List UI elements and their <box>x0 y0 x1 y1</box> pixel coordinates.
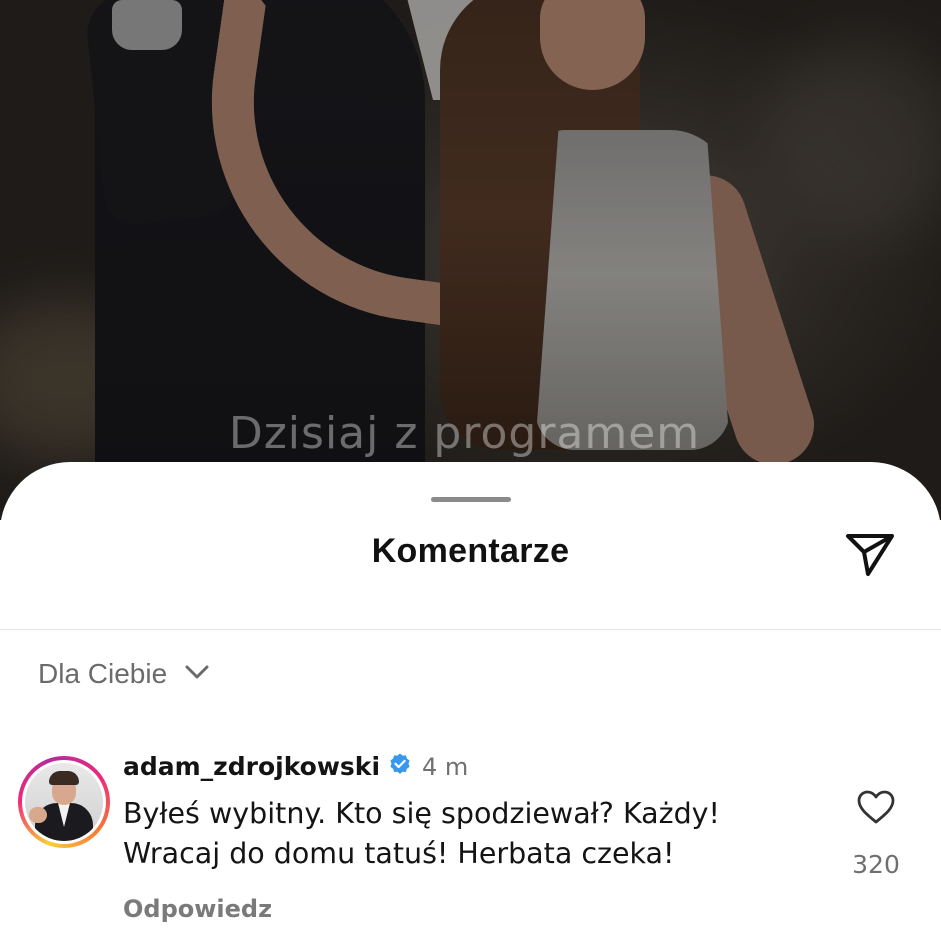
verified-badge-icon <box>388 752 412 781</box>
share-button[interactable] <box>842 528 898 584</box>
chevron-down-icon <box>185 664 209 685</box>
comment-header: adam_zdrojkowski 4 m <box>123 752 468 781</box>
video-caption-text: Dzisiaj z programem <box>228 408 701 459</box>
comments-sheet: Komentarze Dla Ciebie adam_zdrojkowski 4… <box>0 462 941 945</box>
header-divider <box>0 629 941 630</box>
comment-username[interactable]: adam_zdrojkowski <box>123 752 380 781</box>
heart-icon <box>856 789 896 830</box>
sort-label: Dla Ciebie <box>38 658 168 689</box>
reel-video-background[interactable]: Dzisiaj z programem <box>0 0 941 520</box>
avatar-story-ring[interactable] <box>18 756 110 848</box>
sheet-drag-handle[interactable] <box>431 497 511 502</box>
like-button[interactable] <box>852 786 900 832</box>
comment-sort-dropdown[interactable]: Dla Ciebie <box>38 658 209 690</box>
paper-plane-icon <box>844 530 896 583</box>
avatar <box>25 763 103 841</box>
sheet-title: Komentarze <box>371 532 570 570</box>
reply-button[interactable]: Odpowiedz <box>123 895 272 923</box>
comment-timestamp: 4 m <box>422 752 469 781</box>
like-count: 320 <box>852 850 900 879</box>
comment-item: adam_zdrojkowski 4 m Byłeś wybitny. Kto … <box>0 752 941 942</box>
comment-text: Byłeś wybitny. Kto się spodziewał? Każdy… <box>123 797 720 870</box>
